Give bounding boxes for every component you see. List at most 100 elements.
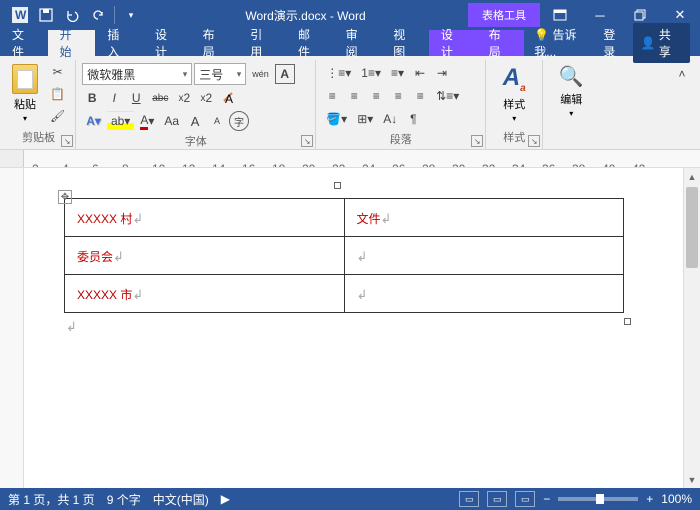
table-cell[interactable]: 文件↲ <box>344 199 624 237</box>
paragraph-dialog-launcher[interactable]: ↘ <box>471 135 483 147</box>
selection-handle[interactable] <box>334 182 341 189</box>
format-painter-button[interactable]: 🖌 <box>46 106 69 126</box>
table-row[interactable]: 委员会↲ ↲ <box>65 237 624 275</box>
borders-button[interactable]: ⊞▾ <box>353 109 377 129</box>
tab-file[interactable]: 文件 <box>0 30 48 56</box>
tab-home[interactable]: 开始 <box>48 30 96 56</box>
font-color-button[interactable]: A▾ <box>136 111 158 131</box>
macro-status-icon[interactable]: ▶ <box>221 492 230 506</box>
page-count[interactable]: 第 1 页，共 1 页 <box>8 491 95 508</box>
table-cell[interactable]: ↲ <box>344 237 624 275</box>
distributed-button[interactable]: ≡ <box>410 86 430 106</box>
horizontal-ruler[interactable]: 24681012141618202224262830323436384042 <box>0 150 700 168</box>
document-table[interactable]: XXXXX 村↲ 文件↲ 委员会↲ ↲ XXXXX 市↲ ↲ <box>64 198 624 313</box>
table-row[interactable]: XXXXX 村↲ 文件↲ <box>65 199 624 237</box>
tab-references[interactable]: 引用 <box>238 30 286 56</box>
tab-layout[interactable]: 布局 <box>191 30 239 56</box>
copy-button[interactable]: 📋 <box>46 84 69 104</box>
superscript-button[interactable]: x2 <box>196 88 216 108</box>
table-move-handle-icon[interactable]: ✥ <box>58 190 72 204</box>
tab-table-design[interactable]: 设计 <box>429 30 477 56</box>
save-icon[interactable] <box>34 3 58 27</box>
highlight-button[interactable]: ab▾ <box>107 111 134 131</box>
zoom-level[interactable]: 100% <box>661 492 692 506</box>
table-cell[interactable]: ↲ <box>344 275 624 313</box>
document-title: Word演示.docx - Word <box>151 7 460 24</box>
multilevel-list-button[interactable]: ≡▾ <box>387 63 408 83</box>
group-font: 微软雅黑▾ 三号▾ wén A B I U abc x2 x2 A A▾ ab▾… <box>76 60 316 149</box>
table-cell[interactable]: 委员会↲ <box>65 237 345 275</box>
tab-table-layout[interactable]: 布局 <box>477 30 525 56</box>
underline-button[interactable]: U <box>126 88 146 108</box>
enclose-char-button[interactable]: 字 <box>229 111 249 131</box>
status-bar: 第 1 页，共 1 页 9 个字 中文(中国) ▶ ▭ ▭ ▭ − + 100% <box>0 488 700 510</box>
char-border-button[interactable]: A <box>275 64 295 84</box>
align-center-button[interactable]: ≡ <box>344 86 364 106</box>
font-size-combo[interactable]: 三号▾ <box>194 63 246 85</box>
word-count[interactable]: 9 个字 <box>107 491 141 508</box>
show-marks-button[interactable]: ¶ <box>403 109 423 129</box>
phonetic-guide-button[interactable]: wén <box>248 64 273 84</box>
zoom-slider[interactable] <box>558 497 638 501</box>
vertical-ruler[interactable] <box>0 168 24 488</box>
grow-font-button[interactable]: A <box>185 111 205 131</box>
tab-design[interactable]: 设计 <box>143 30 191 56</box>
quick-access-toolbar: W ▾ <box>0 3 151 27</box>
italic-button[interactable]: I <box>104 88 124 108</box>
table-resize-handle[interactable] <box>624 318 631 325</box>
scroll-down-icon[interactable]: ▼ <box>684 471 700 488</box>
table-cell[interactable]: XXXXX 村↲ <box>65 199 345 237</box>
qat-customize-icon[interactable]: ▾ <box>119 3 143 27</box>
tell-me-search[interactable]: 💡 告诉我... <box>534 26 597 60</box>
group-styles: Aa 样式 ▾ 样式 ↘ <box>486 60 543 149</box>
share-button[interactable]: 👤 共享 <box>633 23 690 63</box>
tab-insert[interactable]: 插入 <box>95 30 143 56</box>
collapse-ribbon-button[interactable]: ˄ <box>672 64 692 84</box>
editing-button[interactable]: 🔍 编辑 ▾ <box>549 60 593 131</box>
tab-view[interactable]: 视图 <box>381 30 429 56</box>
sort-button[interactable]: A↓ <box>379 109 401 129</box>
line-spacing-button[interactable]: ⇅≡▾ <box>432 86 463 106</box>
numbering-button[interactable]: 1≡▾ <box>357 63 385 83</box>
read-mode-icon[interactable]: ▭ <box>459 491 479 507</box>
vertical-scrollbar[interactable]: ▲ ▼ <box>683 168 700 488</box>
paste-button[interactable]: 粘贴 ▾ <box>8 60 42 127</box>
redo-icon[interactable] <box>86 3 110 27</box>
language-status[interactable]: 中文(中国) <box>153 491 209 508</box>
zoom-out-button[interactable]: − <box>543 492 550 506</box>
decrease-indent-button[interactable]: ⇤ <box>410 63 430 83</box>
web-layout-icon[interactable]: ▭ <box>515 491 535 507</box>
shrink-font-button[interactable]: A <box>207 111 227 131</box>
align-left-button[interactable]: ≡ <box>322 86 342 106</box>
undo-icon[interactable] <box>60 3 84 27</box>
print-layout-icon[interactable]: ▭ <box>487 491 507 507</box>
font-family-combo[interactable]: 微软雅黑▾ <box>82 63 192 85</box>
subscript-button[interactable]: x2 <box>174 88 194 108</box>
styles-dialog-launcher[interactable]: ↘ <box>528 135 540 147</box>
strikethrough-button[interactable]: abc <box>148 88 172 108</box>
clipboard-dialog-launcher[interactable]: ↘ <box>61 135 73 147</box>
increase-indent-button[interactable]: ⇥ <box>432 63 452 83</box>
scrollbar-thumb[interactable] <box>686 187 698 268</box>
table-row[interactable]: XXXXX 市↲ ↲ <box>65 275 624 313</box>
shading-button[interactable]: 🪣▾ <box>322 109 351 129</box>
tab-review[interactable]: 审阅 <box>334 30 382 56</box>
text-effects-button[interactable]: A▾ <box>82 111 105 131</box>
scroll-up-icon[interactable]: ▲ <box>684 168 700 185</box>
bullets-button[interactable]: ⋮≡▾ <box>322 63 355 83</box>
document-page[interactable]: ✥ XXXXX 村↲ 文件↲ 委员会↲ ↲ XXXXX 市↲ ↲ ↲ <box>24 168 683 488</box>
bold-button[interactable]: B <box>82 88 102 108</box>
group-editing: 🔍 编辑 ▾ <box>543 60 599 149</box>
table-cell[interactable]: XXXXX 市↲ <box>65 275 345 313</box>
justify-button[interactable]: ≡ <box>388 86 408 106</box>
tab-mailings[interactable]: 邮件 <box>286 30 334 56</box>
login-link[interactable]: 登录 <box>603 26 627 60</box>
align-right-button[interactable]: ≡ <box>366 86 386 106</box>
font-dialog-launcher[interactable]: ↘ <box>301 135 313 147</box>
styles-button[interactable]: Aa 样式 ▾ <box>492 60 536 127</box>
word-app-icon[interactable]: W <box>8 3 32 27</box>
change-case-button[interactable]: Aa <box>160 111 183 131</box>
clear-formatting-button[interactable]: A <box>218 88 240 108</box>
cut-button[interactable]: ✂ <box>46 62 69 82</box>
zoom-in-button[interactable]: + <box>646 492 653 506</box>
